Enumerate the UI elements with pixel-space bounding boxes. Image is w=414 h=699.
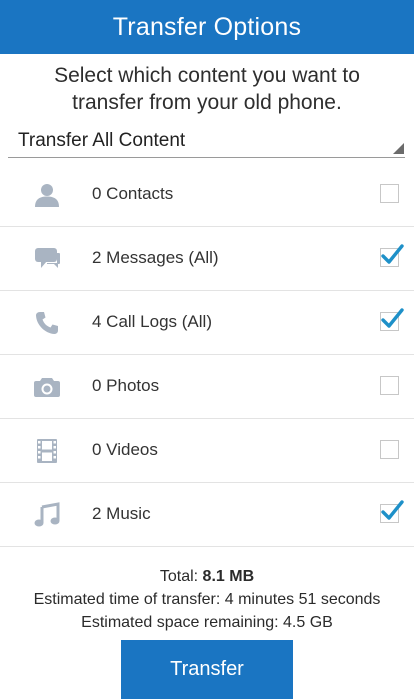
list-item-label: 4 Call Logs (All) (92, 312, 212, 331)
list-item-label: 0 Contacts (92, 184, 174, 203)
checkmark-icon (381, 500, 404, 520)
total-value: 8.1 MB (202, 568, 255, 585)
photos-checkbox[interactable] (380, 376, 399, 395)
list-item-photos[interactable]: 0 Photos (0, 355, 414, 419)
checkmark-icon (381, 244, 404, 264)
contacts-checkbox[interactable] (380, 184, 399, 203)
estimated-space: Estimated space remaining: 4.5 GB (81, 614, 333, 631)
list-item-label: 0 Photos (92, 376, 160, 395)
list-item-messages[interactable]: 2 Messages (All) (0, 227, 414, 291)
instructions-line-2: transfer from your old phone. (72, 91, 342, 114)
content-list[interactable]: 0 Contacts 2 Messages (All) 4 Call Logs … (0, 163, 414, 558)
transfer-button[interactable]: Transfer (121, 640, 293, 699)
call-logs-checkbox[interactable] (380, 308, 404, 331)
page-title: Transfer Options (112, 12, 302, 41)
list-item-label: 0 Videos (92, 440, 158, 459)
message-icon (32, 244, 62, 274)
dropdown-selected-value: Transfer All Content (18, 130, 186, 151)
film-icon (32, 436, 62, 466)
videos-checkbox[interactable] (380, 440, 399, 459)
list-item-label: 2 Messages (All) (92, 248, 219, 267)
list-item-call-logs[interactable]: 4 Call Logs (All) (0, 291, 414, 355)
phone-icon (32, 308, 62, 338)
music-note-icon (32, 500, 62, 530)
app-header: Transfer Options (0, 0, 414, 54)
checkmark-icon (381, 308, 404, 328)
estimated-time: Estimated time of transfer: 4 minutes 51… (33, 591, 381, 608)
music-checkbox[interactable] (380, 500, 404, 523)
total-label: Total: (159, 568, 203, 585)
list-item-music[interactable]: 2 Music (0, 483, 414, 547)
list-item-videos[interactable]: 0 Videos (0, 419, 414, 483)
transfer-summary: Total: 8.1 MB Estimated time of transfer… (0, 565, 414, 634)
contact-icon (32, 180, 62, 210)
instructions-text: Select which content you want to transfe… (0, 62, 414, 116)
list-item-contacts[interactable]: 0 Contacts (0, 163, 414, 227)
instructions-line-1: Select which content you want to (54, 64, 360, 87)
camera-icon (32, 372, 62, 402)
list-item-label: 2 Music (92, 504, 151, 523)
messages-checkbox[interactable] (380, 244, 404, 267)
total-size: Total: 8.1 MB (0, 565, 414, 588)
transfer-scope-dropdown[interactable]: Transfer All Content (8, 126, 405, 158)
list-item-partial[interactable] (0, 547, 414, 558)
dropdown-arrow-icon (393, 143, 404, 154)
